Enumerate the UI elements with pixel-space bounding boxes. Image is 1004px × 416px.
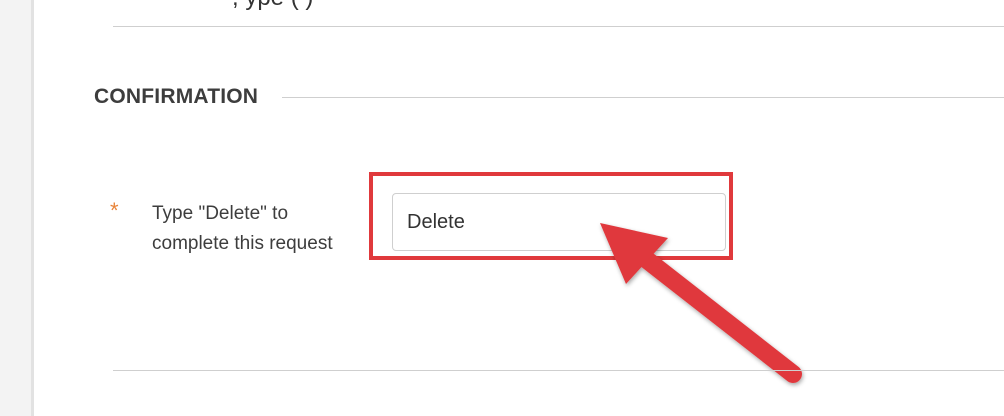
highlight-box (369, 172, 733, 260)
required-asterisk-icon: * (110, 198, 119, 223)
confirmation-section-header: CONFIRMATION (94, 82, 1004, 112)
cropped-instruction-text: , ype ( ) (232, 0, 313, 10)
section-rule (282, 96, 1004, 98)
divider-top (113, 26, 1004, 27)
left-rail (0, 0, 34, 416)
section-title: CONFIRMATION (94, 85, 259, 108)
confirmation-field-label: Type "Delete" to complete this request (152, 203, 333, 254)
page: , ype ( ) CONFIRMATION * Type "Delete" t… (0, 0, 1004, 416)
divider-bottom (113, 370, 1004, 371)
